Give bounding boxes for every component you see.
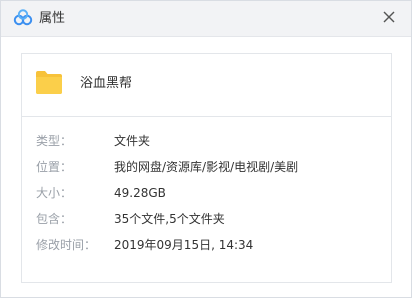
property-value: 文件夹 (114, 134, 151, 148)
window-title: 属性 (39, 11, 66, 26)
property-row-contains: 包含： 35个文件,5个文件夹 (22, 209, 391, 229)
close-icon (383, 11, 395, 23)
property-label: 位置： (36, 160, 73, 174)
property-value: 2019年09月15日, 14:34 (114, 238, 254, 252)
property-row-size: 大小： 49.28GB (22, 183, 391, 203)
file-name: 浴血黑帮 (80, 76, 133, 91)
properties-dialog: 属性 浴血黑帮 类型： 文件夹 位置： 我的网盘/资源库/影视/电视剧/美剧 大… (0, 0, 412, 298)
folder-icon (34, 68, 64, 96)
property-value: 35个文件,5个文件夹 (114, 212, 225, 226)
property-row-location: 位置： 我的网盘/资源库/影视/电视剧/美剧 (22, 157, 391, 177)
property-label: 修改时间： (36, 238, 97, 252)
property-value: 我的网盘/资源库/影视/电视剧/美剧 (114, 160, 299, 174)
property-value: 49.28GB (114, 186, 166, 200)
property-label: 包含： (36, 212, 73, 226)
property-row-type: 类型： 文件夹 (22, 131, 391, 151)
property-label: 类型： (36, 134, 73, 148)
properties-panel: 浴血黑帮 类型： 文件夹 位置： 我的网盘/资源库/影视/电视剧/美剧 大小： … (21, 53, 392, 283)
close-button[interactable] (379, 7, 399, 27)
title-bar[interactable]: 属性 (1, 1, 411, 37)
property-row-modified: 修改时间： 2019年09月15日, 14:34 (22, 235, 391, 255)
baidu-netdisk-logo-icon (13, 9, 33, 27)
file-header: 浴血黑帮 (22, 54, 391, 117)
property-label: 大小： (36, 186, 73, 200)
